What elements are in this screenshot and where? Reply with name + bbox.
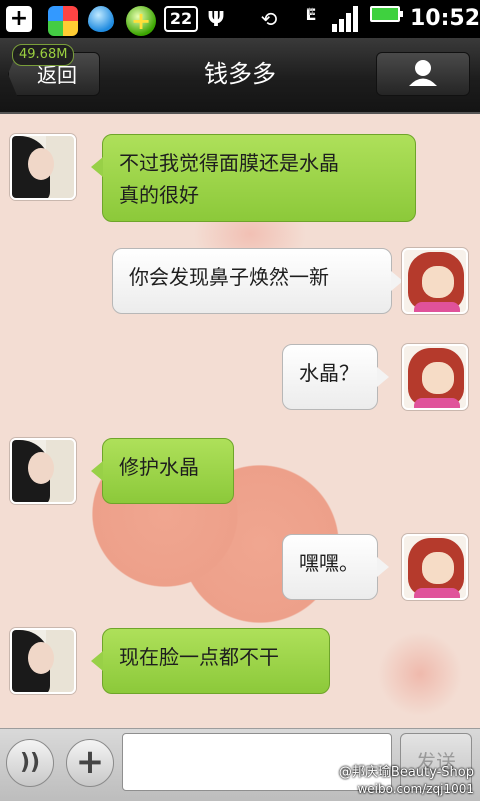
watermark-handle: @邦庆瑜Beauty-Shop	[338, 765, 474, 780]
message-bubble-me[interactable]: 嘿嘿。	[282, 534, 389, 600]
plus-icon: +	[6, 6, 32, 32]
watermark-url: weibo.com/zqj1001	[357, 782, 474, 796]
message-bubble-friend[interactable]: 现在脸一点都不干	[91, 628, 330, 694]
message-bubble-me[interactable]: 你会发现鼻子焕然一新	[112, 248, 403, 314]
my-avatar[interactable]	[402, 534, 468, 600]
watermark: @邦庆瑜Beauty-Shop weibo.com/zqj1001	[339, 765, 474, 797]
chat-message-list[interactable]: 不过我觉得面膜还是水晶 真的很好 你会发现鼻子焕然一新 水晶？ 修护水晶 嘿嘿。…	[0, 114, 480, 728]
signal-icon	[332, 6, 360, 32]
message-text: 你会发现鼻子焕然一新	[129, 265, 329, 289]
rotation-icon: ⟲	[260, 7, 278, 31]
chat-header: 49.68M 返回 钱多多	[0, 38, 480, 114]
message-text: 真的很好	[119, 183, 199, 207]
friend-avatar[interactable]	[10, 628, 76, 694]
message-bubble-friend[interactable]: 不过我觉得面膜还是水晶 真的很好	[91, 134, 416, 222]
green-plus-icon: +	[126, 6, 156, 36]
notification-count-badge: 22	[164, 6, 198, 32]
data-arrows-icon: ⇅	[306, 7, 316, 18]
usb-icon: Ψ	[207, 7, 225, 31]
message-text: 水晶？	[299, 361, 359, 385]
battery-icon	[370, 6, 403, 22]
message-text: 不过我觉得面膜还是水晶	[119, 151, 339, 175]
my-avatar[interactable]	[402, 248, 468, 314]
page-title: 钱多多	[204, 60, 276, 88]
message-bubble-friend[interactable]: 修护水晶	[91, 438, 234, 504]
status-bar: + + 22 Ψ ⟲ E ⇅ 10:52	[0, 0, 480, 38]
message-text: 修护水晶	[119, 455, 199, 479]
message-bubble-me[interactable]: 水晶？	[282, 344, 389, 410]
water-drop-icon	[88, 6, 114, 32]
back-button-label: 返回	[37, 63, 77, 87]
clock-time: 10:52	[410, 6, 480, 31]
voice-icon: ))	[19, 750, 41, 775]
message-text: 嘿嘿。	[299, 551, 359, 575]
plus-icon: +	[75, 742, 105, 782]
attach-button[interactable]: +	[66, 739, 114, 787]
memory-badge: 49.68M	[12, 44, 75, 66]
my-avatar[interactable]	[402, 344, 468, 410]
person-icon	[409, 60, 437, 86]
friend-avatar[interactable]	[10, 134, 76, 200]
profile-button[interactable]	[376, 52, 470, 96]
input-bar: )) + 发送 @邦庆瑜Beauty-Shop weibo.com/zqj100…	[0, 728, 480, 801]
friend-avatar[interactable]	[10, 438, 76, 504]
message-text: 现在脸一点都不干	[119, 645, 279, 669]
voice-button[interactable]: ))	[6, 739, 54, 787]
app-icon	[48, 6, 78, 36]
